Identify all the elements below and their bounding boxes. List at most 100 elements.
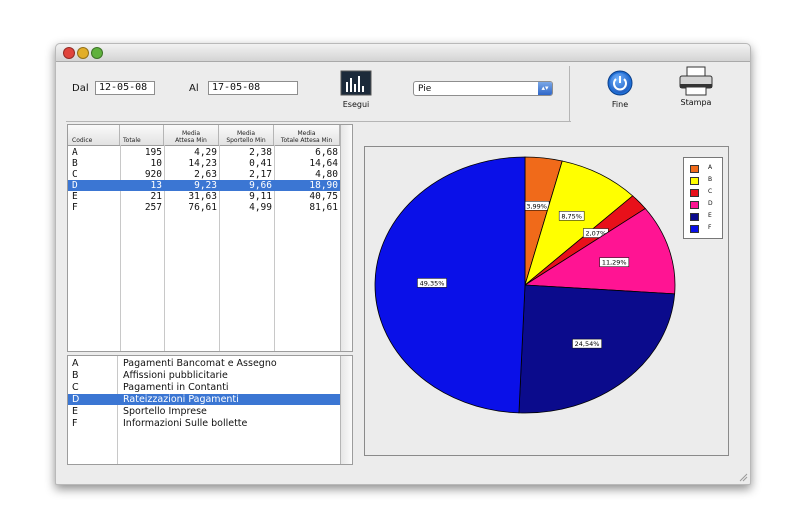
legend-label: C: [708, 188, 713, 195]
legend-label: B: [708, 176, 713, 183]
zoom-window-button[interactable]: [91, 47, 103, 59]
resize-grip-icon[interactable]: [738, 472, 748, 482]
cell-codice: A: [72, 147, 78, 158]
toolbar-separator: [66, 121, 571, 122]
cell-sportello: 0,41: [249, 158, 272, 169]
cell-attesa: 9,23: [194, 180, 217, 191]
al-label: Al: [189, 83, 199, 94]
select-arrows-icon: ▴▾: [538, 82, 552, 95]
column-header-totale[interactable]: Totale: [120, 125, 164, 145]
list-item-code: E: [72, 406, 79, 417]
fine-label: Fine: [611, 100, 629, 109]
list-item-desc: Rateizzazioni Pagamenti: [123, 394, 239, 405]
column-header-codice[interactable]: Codice: [68, 125, 120, 145]
cell-sportello: 2,38: [249, 147, 272, 158]
list-item-code: D: [72, 394, 80, 405]
table-row[interactable]: A 195 4,29 2,38 6,68: [68, 147, 340, 158]
cell-totale-attesa: 14,64: [309, 158, 338, 169]
stampa-label: Stampa: [680, 98, 712, 107]
list-item-code: B: [72, 370, 79, 381]
esegui-button[interactable]: Esegui: [336, 70, 376, 109]
legend-item-b: B: [688, 175, 718, 185]
pie-label-e: 24,54%: [575, 340, 600, 348]
cell-sportello: 2,17: [249, 169, 272, 180]
cell-attesa: 31,63: [188, 191, 217, 202]
cell-totale: 920: [144, 169, 162, 180]
pie-label-b: 8,75%: [561, 212, 582, 220]
chart-run-icon: [340, 70, 372, 96]
al-date-field[interactable]: 17-05-08: [208, 81, 298, 95]
dal-date-field[interactable]: 12-05-08: [95, 81, 155, 95]
cell-sportello: 4,99: [249, 202, 272, 213]
list-item[interactable]: A Pagamenti Bancomat e Assegno: [68, 358, 340, 369]
cell-totale-attesa: 18,90: [309, 180, 338, 191]
table-row[interactable]: E 21 31,63 9,11 40,75: [68, 191, 340, 202]
cell-totale: 21: [150, 191, 162, 202]
table-row-selected[interactable]: D 13 9,23 9,66 18,90: [68, 180, 340, 191]
cell-attesa: 2,63: [194, 169, 217, 180]
cell-totale-attesa: 4,80: [315, 169, 338, 180]
fine-button[interactable]: Fine: [602, 70, 638, 109]
cell-attesa: 76,61: [188, 202, 217, 213]
list-item-desc: Pagamenti Bancomat e Assegno: [123, 358, 277, 369]
minimize-window-button[interactable]: [77, 47, 89, 59]
esegui-label: Esegui: [342, 100, 370, 109]
cell-attesa: 14,23: [188, 158, 217, 169]
title-bar[interactable]: [56, 44, 750, 62]
table-row[interactable]: F 257 76,61 4,99 81,61: [68, 202, 340, 213]
cell-codice: E: [72, 191, 78, 202]
waiting-times-table[interactable]: Codice Totale Media Attesa Min Media Spo…: [67, 124, 353, 352]
legend-swatch: [690, 165, 699, 173]
column-header-media-sportello[interactable]: Media Sportello Min: [219, 125, 274, 145]
list-scrollbar[interactable]: [340, 356, 352, 464]
pie-label-a: 3,99%: [526, 202, 547, 210]
list-item-code: F: [72, 418, 78, 429]
cell-totale: 13: [150, 180, 162, 191]
column-header-media-attesa[interactable]: Media Attesa Min: [164, 125, 219, 145]
power-icon: [607, 70, 633, 96]
stampa-button[interactable]: Stampa: [674, 66, 718, 107]
list-item[interactable]: E Sportello Imprese: [68, 406, 340, 417]
cell-totale-attesa: 81,61: [309, 202, 338, 213]
toolbar-divider: [569, 66, 570, 121]
list-item[interactable]: B Affissioni pubblicitarie: [68, 370, 340, 381]
cell-sportello: 9,66: [249, 180, 272, 191]
cell-totale-attesa: 6,68: [315, 147, 338, 158]
list-item-code: C: [72, 382, 79, 393]
list-item-desc: Sportello Imprese: [123, 406, 207, 417]
legend-label: D: [708, 200, 713, 207]
close-window-button[interactable]: [63, 47, 75, 59]
table-row[interactable]: C 920 2,63 2,17 4,80: [68, 169, 340, 180]
cell-sportello: 9,11: [249, 191, 272, 202]
column-header-media-totale[interactable]: Media Totale Attesa Min: [274, 125, 340, 145]
cell-totale: 10: [150, 158, 162, 169]
legend-swatch: [690, 189, 699, 197]
list-item[interactable]: F Informazioni Sulle bollette: [68, 418, 340, 429]
cell-totale: 195: [144, 147, 162, 158]
pie-label-f: 49,35%: [420, 279, 445, 287]
legend-swatch: [690, 225, 699, 233]
legend-label: F: [708, 224, 712, 231]
legend-swatch: [690, 201, 699, 209]
pie-label-d: 11,29%: [602, 259, 627, 267]
pie-slice-f: [374, 156, 526, 414]
table-row[interactable]: B 10 14,23 0,41 14,64: [68, 158, 340, 169]
list-item[interactable]: C Pagamenti in Contanti: [68, 382, 340, 393]
list-item-selected[interactable]: D Rateizzazioni Pagamenti: [68, 394, 340, 405]
pie-slice-e: [518, 284, 676, 414]
legend-item-d: D: [688, 199, 718, 209]
legend-label: A: [708, 164, 713, 171]
chart-panel: 3,99% 8,75% 2,07% 11,29% 24,54% 49,35% ABCDEF: [364, 146, 729, 456]
list-item-desc: Pagamenti in Contanti: [123, 382, 229, 393]
cell-codice: C: [72, 169, 78, 180]
table-header: Codice Totale Media Attesa Min Media Spo…: [68, 125, 352, 146]
service-codes-list[interactable]: A Pagamenti Bancomat e Assegno B Affissi…: [67, 355, 353, 465]
chart-type-select[interactable]: Pie ▴▾: [413, 81, 553, 96]
table-scrollbar[interactable]: [340, 125, 352, 351]
list-item-desc: Informazioni Sulle bollette: [123, 418, 248, 429]
cell-attesa: 4,29: [194, 147, 217, 158]
chart-legend: ABCDEF: [683, 157, 723, 239]
legend-item-f: F: [688, 223, 718, 233]
legend-swatch: [690, 213, 699, 221]
legend-label: E: [708, 212, 712, 219]
